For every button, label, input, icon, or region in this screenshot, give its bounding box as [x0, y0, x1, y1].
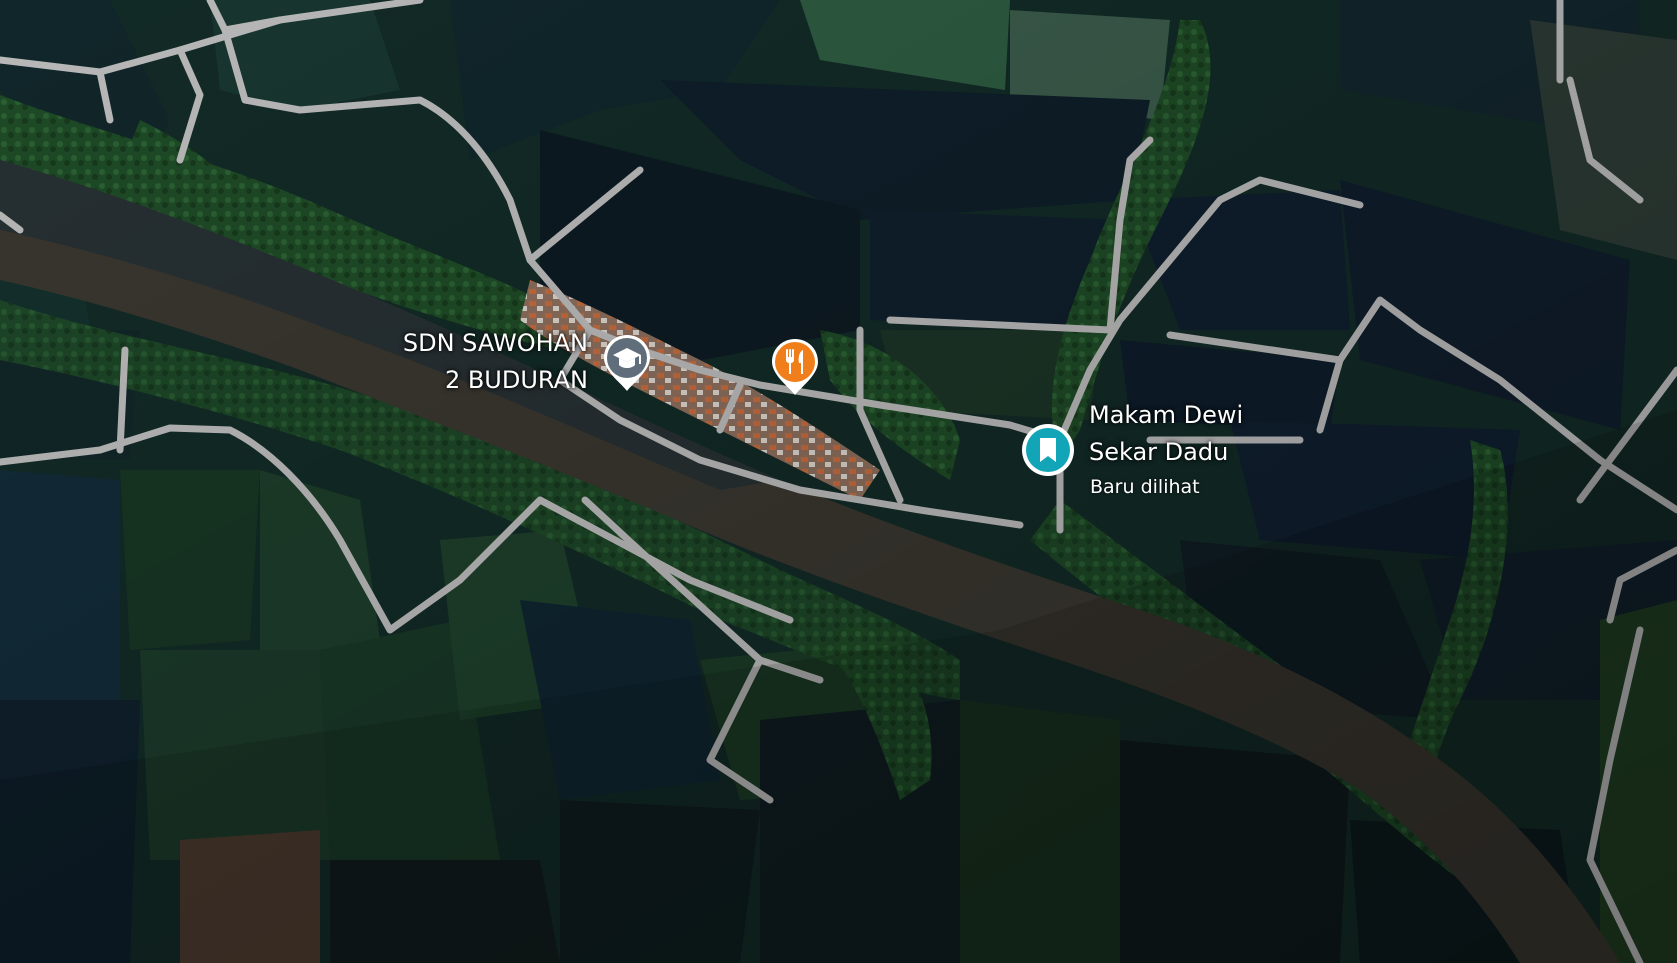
school-name-line2: 2 BUDURAN — [444, 366, 588, 394]
school-label[interactable]: SDN SAWOHAN 2 BUDURAN — [368, 325, 588, 399]
school-pin[interactable] — [599, 331, 655, 395]
map-viewport[interactable]: SDN SAWOHAN 2 BUDURAN Makam Dewi Sekar D… — [0, 0, 1677, 963]
saved-place-name-line1: Makam Dewi — [1089, 401, 1244, 429]
restaurant-pin[interactable] — [767, 335, 823, 399]
graduation-cap-icon — [604, 335, 650, 391]
fork-knife-icon — [772, 339, 818, 395]
satellite-map[interactable] — [0, 0, 1677, 963]
saved-place-name-line2: Sekar Dadu — [1089, 438, 1229, 466]
school-name-line1: SDN SAWOHAN — [402, 329, 588, 357]
bookmark-icon — [1022, 424, 1074, 476]
saved-place-subtitle: Baru dilihat — [1090, 476, 1200, 498]
saved-place-label[interactable]: Makam Dewi Sekar Dadu — [1089, 397, 1243, 471]
saved-place-pin[interactable] — [1021, 423, 1075, 477]
